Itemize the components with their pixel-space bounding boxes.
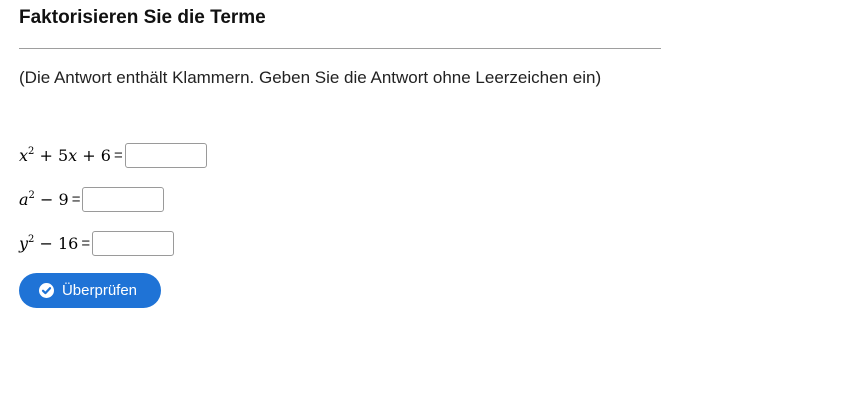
term-1-part: + 5: [34, 145, 69, 165]
check-button-label: Überprüfen: [61, 282, 138, 299]
term-3-part: − 16: [34, 233, 79, 253]
exercise-row-1: x2 + 5x + 6 =: [19, 142, 207, 168]
term-1: x2 + 5x + 6: [19, 146, 111, 165]
term-1-variable: x: [19, 145, 29, 165]
term-2: a2 − 9: [19, 190, 69, 209]
equals-sign: =: [81, 234, 91, 252]
answer-input-3[interactable]: [92, 230, 175, 256]
equals-sign: =: [113, 146, 123, 164]
check-button[interactable]: Überprüfen: [19, 273, 161, 308]
term-3: y2 − 16: [19, 234, 78, 253]
term-3-variable: y: [19, 233, 29, 253]
equals-sign: =: [71, 190, 81, 208]
answer-input-1[interactable]: [124, 142, 207, 168]
page-title: Faktorisieren Sie die Terme: [19, 7, 266, 28]
instruction-text: (Die Antwort enthält Klammern. Geben Sie…: [19, 68, 602, 87]
exercise-page: Faktorisieren Sie die Terme (Die Antwort…: [0, 0, 864, 410]
title-divider: [19, 48, 661, 49]
check-circle-icon: [38, 283, 54, 298]
exercise-row-2: a2 − 9 =: [19, 186, 165, 212]
term-1-part-2: + 6: [77, 145, 111, 165]
term-1-variable-2: x: [68, 145, 78, 165]
term-2-variable: a: [19, 189, 29, 209]
exercise-row-3: y2 − 16 =: [19, 230, 175, 256]
answer-input-2[interactable]: [82, 186, 165, 212]
term-2-part: − 9: [34, 189, 69, 209]
